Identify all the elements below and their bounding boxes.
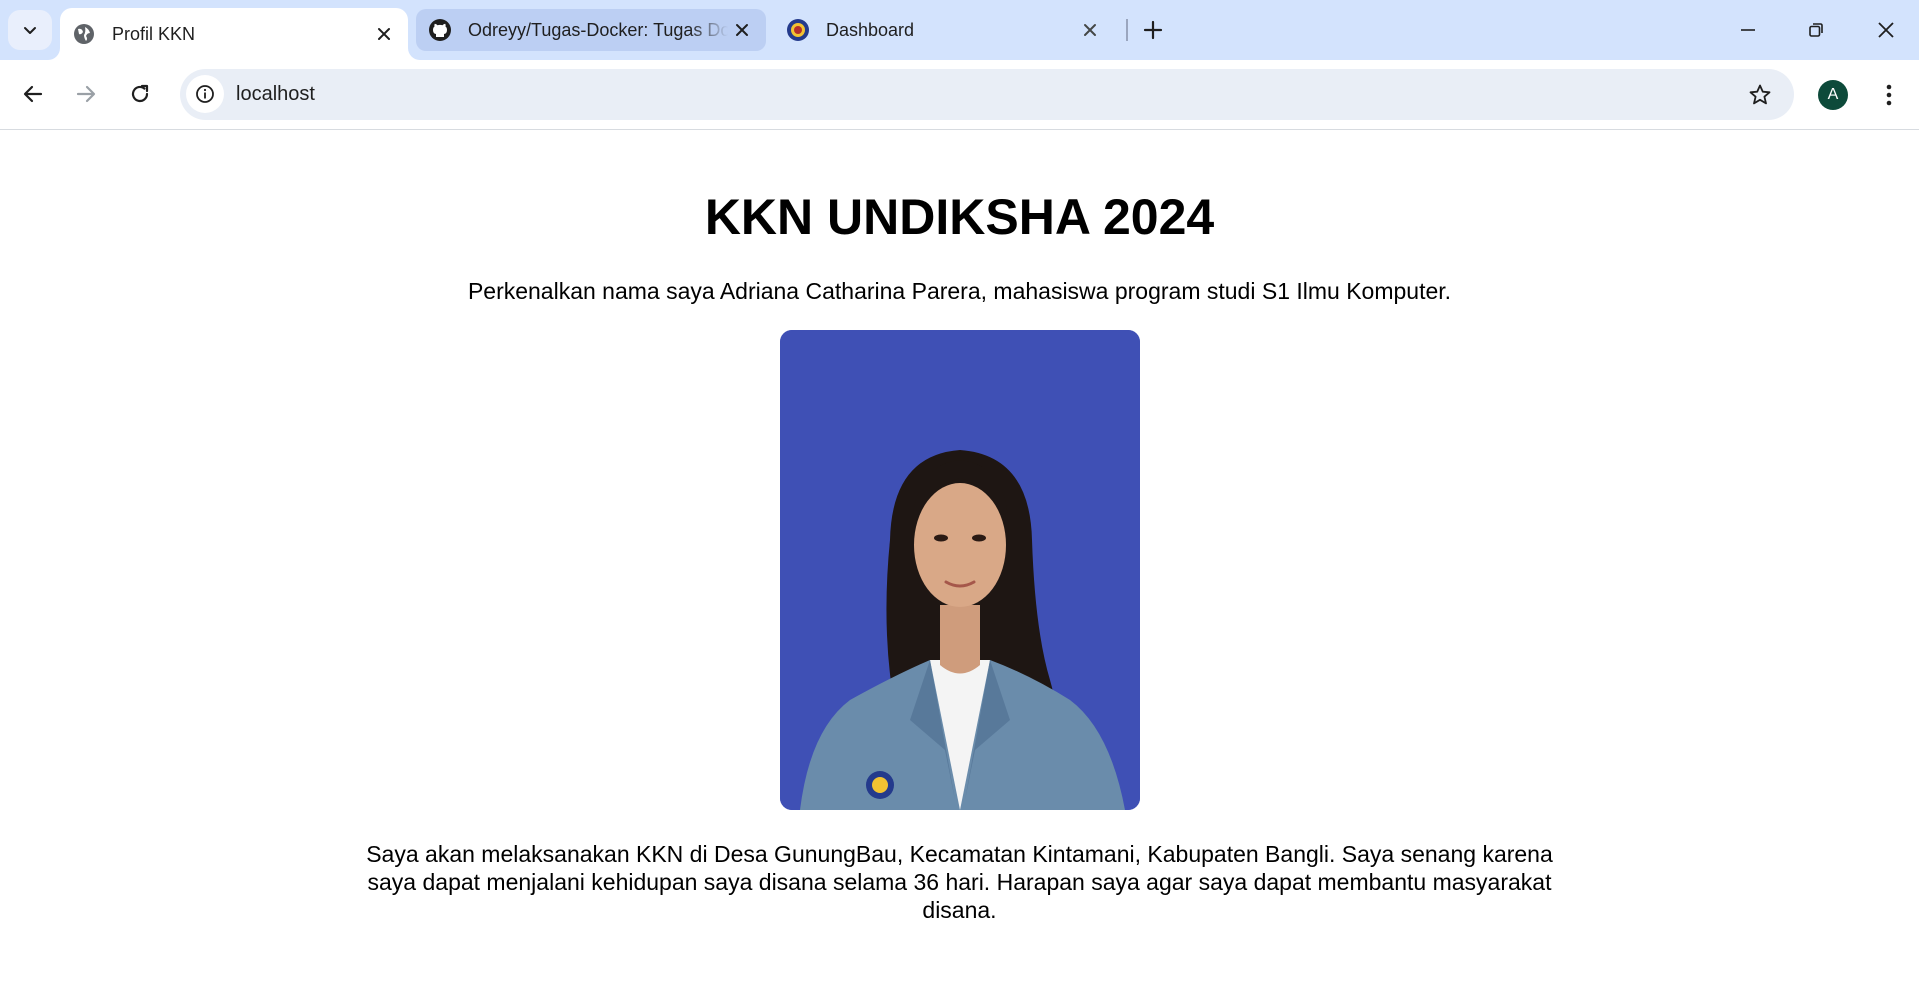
close-window-button[interactable]	[1864, 12, 1908, 48]
more-vertical-icon	[1886, 84, 1892, 106]
new-tab-button[interactable]	[1137, 14, 1169, 46]
info-icon	[196, 85, 214, 103]
university-logo-icon	[786, 18, 810, 42]
chevron-down-icon	[24, 27, 36, 34]
bookmark-button[interactable]	[1744, 79, 1776, 111]
close-tab-icon[interactable]	[1076, 16, 1104, 44]
restore-button[interactable]	[1794, 12, 1838, 48]
url-text[interactable]: localhost	[236, 69, 315, 120]
profile-avatar[interactable]: A	[1818, 80, 1848, 110]
close-tab-icon[interactable]	[370, 20, 398, 48]
tab-strip: Profil KKN Odreyy/Tugas-Docker: Tugas Do…	[0, 0, 1919, 60]
page-content: KKN UNDIKSHA 2024 Perkenalkan nama saya …	[0, 130, 1919, 1007]
arrow-left-icon	[23, 85, 43, 103]
tab-profil-kkn[interactable]: Profil KKN	[60, 8, 408, 60]
browser-menu-button[interactable]	[1872, 78, 1906, 112]
star-icon	[1749, 84, 1771, 105]
reload-icon	[131, 84, 149, 103]
forward-button[interactable]	[66, 74, 106, 114]
tab-github-tugas-docker[interactable]: Odreyy/Tugas-Docker: Tugas Docker	[416, 9, 766, 51]
tab-separator	[1126, 19, 1128, 41]
close-tab-icon[interactable]	[728, 16, 756, 44]
minimize-button[interactable]	[1726, 12, 1770, 48]
site-info-button[interactable]	[186, 75, 224, 113]
tab-title: Odreyy/Tugas-Docker: Tugas Docker	[468, 19, 728, 40]
tab-dashboard[interactable]: Dashboard	[774, 9, 1114, 51]
github-icon	[428, 18, 452, 42]
address-bar[interactable]: localhost	[180, 69, 1794, 120]
profile-photo	[780, 330, 1140, 810]
minimize-icon	[1741, 29, 1755, 31]
tab-title: Dashboard	[826, 19, 915, 40]
intro-text: Perkenalkan nama saya Adriana Catharina …	[467, 278, 1452, 304]
restore-icon	[1809, 23, 1823, 37]
reload-button[interactable]	[120, 74, 160, 114]
description-text: Saya akan melaksanakan KKN di Desa Gunun…	[366, 841, 1553, 923]
browser-toolbar: localhost A	[0, 60, 1919, 130]
page-title: KKN UNDIKSHA 2024	[704, 189, 1215, 245]
close-icon	[1878, 22, 1894, 38]
globe-icon	[72, 22, 96, 46]
arrow-right-icon	[76, 85, 96, 103]
tab-search-button[interactable]	[8, 10, 52, 50]
tab-title: Profil KKN	[112, 23, 196, 44]
plus-icon	[1143, 20, 1163, 40]
back-button[interactable]	[13, 74, 53, 114]
